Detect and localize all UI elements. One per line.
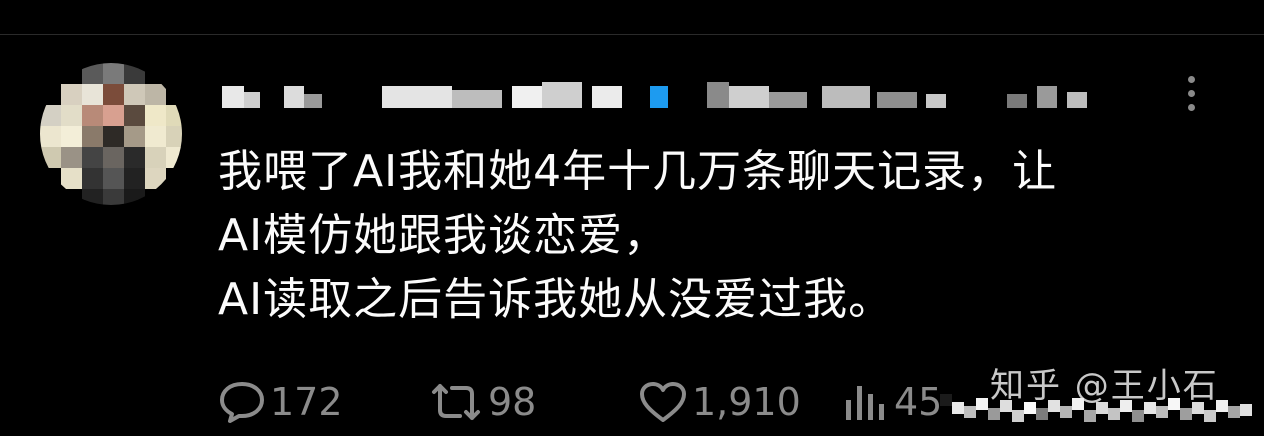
tweet-line-1: 我喂了AI我和她4年十几万条聊天记录，让 xyxy=(218,146,1058,197)
tweet-line-3: AI读取之后告诉我她从没爱过我。 xyxy=(218,274,894,325)
avatar[interactable] xyxy=(40,63,182,205)
retweet-icon xyxy=(432,384,480,420)
more-vertical-icon[interactable] xyxy=(1183,76,1199,122)
retweet-button[interactable]: 98 xyxy=(428,372,536,432)
tweet-line-2: AI模仿她跟我谈恋爱， xyxy=(218,210,669,261)
tweet-text: 我喂了AI我和她4年十几万条聊天记录，让 AI模仿她跟我谈恋爱， AI读取之后告… xyxy=(218,140,1218,332)
watermark-mosaic xyxy=(930,384,1264,428)
bar-chart-icon xyxy=(846,386,884,420)
like-count: 1,910 xyxy=(692,380,801,424)
views-button[interactable]: 45 xyxy=(840,372,942,432)
author-name-redacted[interactable] xyxy=(222,78,1122,118)
like-button[interactable]: 1,910 xyxy=(638,372,801,432)
comment-bubble-icon xyxy=(220,382,264,423)
reply-count: 172 xyxy=(270,380,343,424)
top-divider xyxy=(0,34,1264,35)
reply-button[interactable]: 172 xyxy=(218,372,343,432)
verified-badge-icon xyxy=(650,86,668,108)
retweet-count: 98 xyxy=(488,380,537,424)
heart-icon xyxy=(640,382,686,422)
